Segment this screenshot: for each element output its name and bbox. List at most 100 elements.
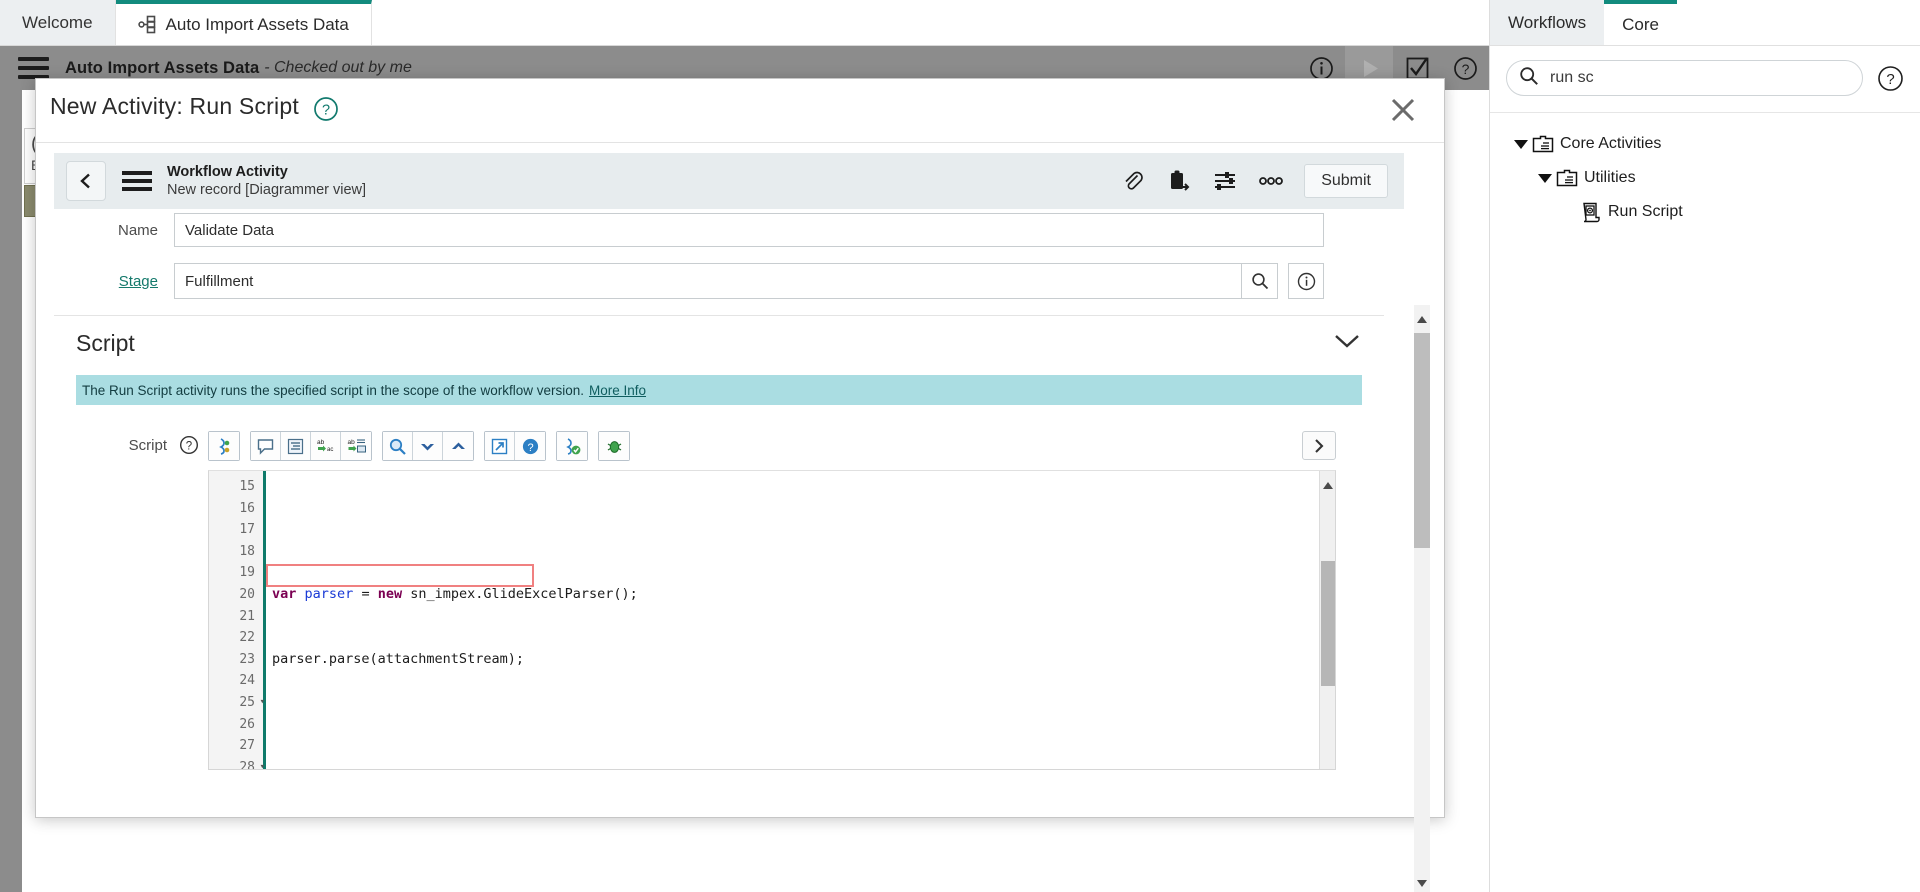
script-notice-text: The Run Script activity runs the specifi… (82, 382, 584, 398)
toolbar-group-syntax (556, 431, 588, 461)
replace-all-icon[interactable]: ab (341, 432, 371, 460)
script-section-title: Script (76, 330, 135, 356)
code-scrollbar-thumb[interactable] (1321, 561, 1335, 686)
caret-down-icon[interactable] (1536, 173, 1554, 183)
scroll-up-arrow-icon[interactable] (1417, 310, 1427, 328)
code-gutter: 15 16 17 18 19 20 21 22 23 24 25 26 27 2… (209, 471, 265, 770)
format-code-icon[interactable] (209, 432, 239, 460)
code-line-16: var parser = new sn_impex.GlideExcelPars… (272, 585, 638, 602)
toolbar-group-format (208, 431, 240, 461)
tab-welcome[interactable]: Welcome (0, 0, 116, 45)
indent-icon[interactable] (281, 432, 311, 460)
chevron-down-icon[interactable] (413, 432, 443, 460)
app-screen: Welcome Auto Import Assets Data Auto Imp… (0, 0, 1920, 892)
svg-text:?: ? (1461, 61, 1469, 77)
sliders-icon[interactable] (1212, 168, 1238, 194)
svg-text:ab: ab (317, 439, 325, 446)
fold-marker-28[interactable]: ▾ (260, 757, 265, 769)
tree-node-core-activities[interactable]: Core Activities (1490, 127, 1920, 161)
question-circle-icon[interactable]: ? (1877, 65, 1904, 92)
search-input[interactable] (1548, 68, 1850, 88)
more-options-icon[interactable] (1258, 168, 1284, 194)
activities-tree: Core Activities Utilities Run Script (1490, 113, 1920, 229)
gutter-line: 25 (239, 694, 255, 710)
code-line-17: parser.parse(attachmentStream); (272, 650, 524, 667)
help-icon[interactable]: ? (1441, 46, 1489, 90)
modal-header: New Activity: Run Script ? (36, 79, 1444, 143)
search-icon[interactable] (383, 432, 413, 460)
magnifier-icon[interactable] (1242, 263, 1278, 299)
popout-icon[interactable] (485, 432, 515, 460)
toolbar-group-search (382, 431, 474, 461)
toolbar-group-window: ? (484, 431, 546, 461)
gutter-line: 24 (239, 673, 255, 689)
syntax-check-icon[interactable] (557, 432, 587, 460)
clipboard-export-icon[interactable] (1166, 168, 1192, 194)
workflow-activity-subheading: New record [Diagrammer view] (167, 182, 367, 198)
stage-input[interactable] (174, 263, 1242, 299)
gutter-line: 20 (239, 586, 255, 602)
stage-label[interactable]: Stage (54, 273, 174, 290)
fold-marker-25[interactable]: ▾ (260, 692, 265, 714)
form-menu-icon[interactable] (122, 171, 152, 191)
field-row-name: Name (54, 213, 1384, 247)
script-code-area[interactable]: 15 16 17 18 19 20 21 22 23 24 25 26 27 2… (208, 470, 1336, 770)
chevron-down-icon[interactable] (1332, 332, 1362, 355)
info-circle-icon[interactable] (1288, 263, 1324, 299)
comment-icon[interactable] (251, 432, 281, 460)
gutter-line: 21 (239, 608, 255, 624)
modal-vertical-scrollbar[interactable] (1414, 305, 1430, 892)
tree-node-utilities[interactable]: Utilities (1490, 161, 1920, 195)
hamburger-icon[interactable] (18, 57, 49, 79)
toolbar-group-debug (598, 431, 630, 461)
tab-auto-import-label: Auto Import Assets Data (165, 14, 349, 34)
script-icon (1578, 201, 1604, 223)
svg-text:?: ? (1886, 71, 1894, 88)
gutter-line: 16 (239, 500, 255, 516)
tree-node-label: Run Script (1608, 203, 1683, 220)
gutter-line: 15 (239, 479, 255, 494)
chevron-left-icon[interactable] (66, 161, 106, 201)
submit-button[interactable]: Submit (1304, 164, 1388, 198)
gutter-line: 26 (239, 716, 255, 732)
svg-text:ac: ac (327, 447, 333, 453)
debug-bug-icon[interactable] (599, 432, 629, 460)
modal-title: New Activity: Run Script (50, 93, 299, 119)
tab-auto-import-assets-data[interactable]: Auto Import Assets Data (115, 0, 372, 45)
chevron-up-icon[interactable] (443, 432, 473, 460)
svg-text:ab: ab (347, 439, 355, 446)
svg-text:?: ? (322, 103, 330, 119)
chevron-right-icon[interactable] (1302, 431, 1336, 460)
replace-icon[interactable]: ab ac (311, 432, 341, 460)
activities-search-box[interactable] (1506, 60, 1863, 96)
caret-down-icon[interactable] (1512, 139, 1530, 149)
workflow-activity-toolbar: Workflow Activity New record [Diagrammer… (54, 153, 1404, 209)
gutter-line: 17 (239, 522, 255, 538)
app-checkout-status: - Checked out by me (264, 59, 412, 76)
help-circle-icon[interactable]: ? (515, 432, 545, 460)
name-input[interactable] (174, 213, 1324, 247)
tab-workflows[interactable]: Workflows (1490, 0, 1605, 45)
more-info-link[interactable]: More Info (589, 383, 646, 398)
close-icon[interactable] (1384, 91, 1422, 129)
gutter-line: 28 (239, 759, 255, 770)
paperclip-icon[interactable] (1120, 168, 1146, 194)
code-vertical-scrollbar[interactable] (1319, 471, 1335, 769)
tab-core[interactable]: Core (1604, 0, 1677, 45)
scroll-down-arrow-icon[interactable] (1417, 874, 1427, 892)
question-circle-icon[interactable]: ? (313, 96, 339, 122)
workspace-tabstrip: Welcome Auto Import Assets Data (0, 0, 1489, 46)
svg-text:?: ? (186, 441, 192, 453)
tab-core-label: Core (1622, 14, 1659, 34)
gutter-line: 18 (239, 543, 255, 559)
tree-node-run-script[interactable]: Run Script (1490, 195, 1920, 229)
workflow-activity-actions: Submit (1120, 164, 1404, 198)
modal-scrollbar-thumb[interactable] (1414, 333, 1430, 548)
script-editor-block: Script ? ab ac ab ? 15 16 17 18 19 20 21… (54, 431, 1384, 770)
code-content[interactable]: var parser = new sn_impex.GlideExcelPars… (266, 471, 1319, 769)
question-circle-icon[interactable]: ? (179, 431, 201, 460)
folder-icon (1530, 134, 1556, 154)
activities-search-row: ? (1490, 46, 1920, 112)
scroll-up-arrow-icon[interactable] (1323, 476, 1333, 494)
